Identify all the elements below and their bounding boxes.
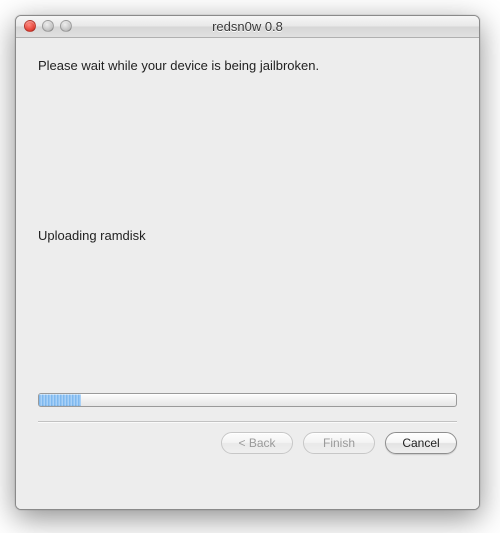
close-icon[interactable] xyxy=(24,20,36,32)
main-message: Please wait while your device is being j… xyxy=(38,58,457,73)
progress-wrap xyxy=(38,393,457,407)
content-area: Please wait while your device is being j… xyxy=(16,38,479,509)
window-title: redsn0w 0.8 xyxy=(212,19,283,34)
separator xyxy=(38,421,457,422)
back-button: < Back xyxy=(221,432,293,454)
app-window: redsn0w 0.8 Please wait while your devic… xyxy=(15,15,480,510)
button-row: < Back Finish Cancel xyxy=(38,432,457,456)
zoom-icon xyxy=(60,20,72,32)
minimize-icon xyxy=(42,20,54,32)
titlebar[interactable]: redsn0w 0.8 xyxy=(16,16,479,38)
progress-bar xyxy=(38,393,457,407)
progress-fill xyxy=(39,394,81,406)
traffic-lights xyxy=(24,20,72,32)
status-message: Uploading ramdisk xyxy=(38,228,457,243)
finish-button: Finish xyxy=(303,432,375,454)
cancel-button[interactable]: Cancel xyxy=(385,432,457,454)
